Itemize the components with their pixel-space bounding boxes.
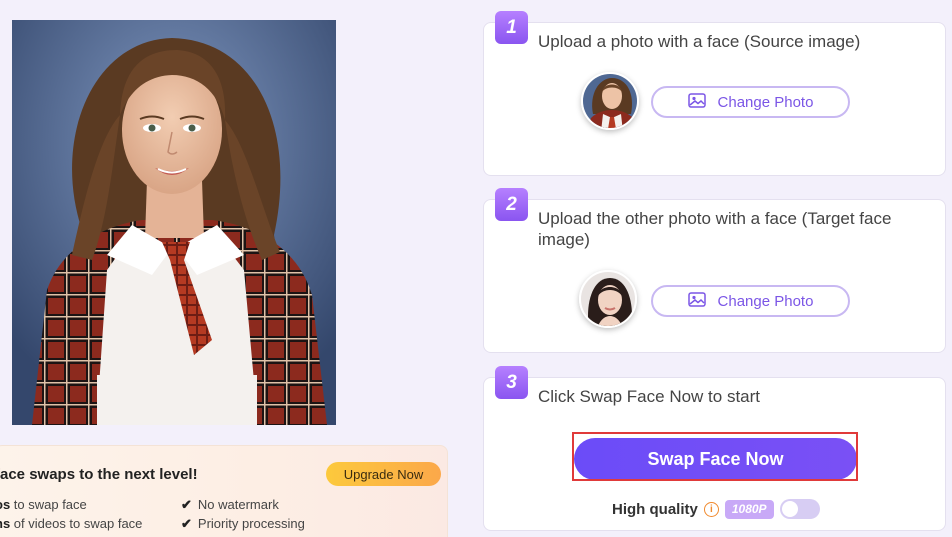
quality-label: High quality <box>612 500 698 518</box>
source-face-thumbnail[interactable] <box>581 72 639 130</box>
step-number-badge: 2 <box>495 188 528 221</box>
preview-image <box>12 20 336 425</box>
step-card-source: 1 Upload a photo with a face (Source ima… <box>483 11 946 176</box>
step-number-badge: 1 <box>495 11 528 44</box>
change-photo-label: Change Photo <box>717 292 814 310</box>
feature-text: of videos to swap face <box>10 516 143 531</box>
step-card-target: 2 Upload the other photo with a face (Ta… <box>483 188 946 353</box>
high-quality-toggle[interactable] <box>779 499 820 519</box>
change-photo-label: Change Photo <box>717 93 814 111</box>
feature-item: ✔ No watermark <box>181 497 279 513</box>
feature-item: ns of videos to swap face <box>0 516 142 531</box>
change-photo-button[interactable]: Change Photo <box>651 285 850 317</box>
step-instruction: Upload a photo with a face (Source image… <box>538 32 861 51</box>
step-card-swap: 3 Click Swap Face Now to start Swap Face… <box>483 366 946 531</box>
feature-text: Priority processing <box>197 516 305 531</box>
change-photo-button[interactable]: Change Photo <box>651 86 850 118</box>
check-icon: ✔ <box>181 516 192 531</box>
resolution-badge: 1080P <box>724 499 774 519</box>
promo-title: face swaps to the next level! <box>0 466 198 483</box>
feature-item: ✔ Priority processing <box>181 516 305 532</box>
quality-row: High quality i 1080P <box>612 499 820 519</box>
feature-emphasis: os <box>0 497 11 512</box>
image-icon <box>687 291 706 311</box>
feature-item: os to swap face <box>0 497 87 512</box>
upgrade-banner: face swaps to the next level! Upgrade No… <box>0 445 448 537</box>
step-instruction: Upload the other photo with a face (Targ… <box>538 209 892 249</box>
feature-text: No watermark <box>197 497 279 512</box>
check-icon: ✔ <box>181 497 192 512</box>
swap-face-now-button[interactable]: Swap Face Now <box>574 438 857 480</box>
step-instruction: Click Swap Face Now to start <box>538 387 761 406</box>
target-face-thumbnail[interactable] <box>579 270 637 328</box>
info-icon[interactable]: i <box>703 501 719 517</box>
toggle-knob <box>781 501 798 517</box>
feature-text: to swap face <box>10 497 87 512</box>
image-icon <box>687 92 706 112</box>
upgrade-now-button[interactable]: Upgrade Now <box>326 462 441 486</box>
feature-emphasis: ns <box>0 516 11 531</box>
step-number-badge: 3 <box>495 366 528 399</box>
